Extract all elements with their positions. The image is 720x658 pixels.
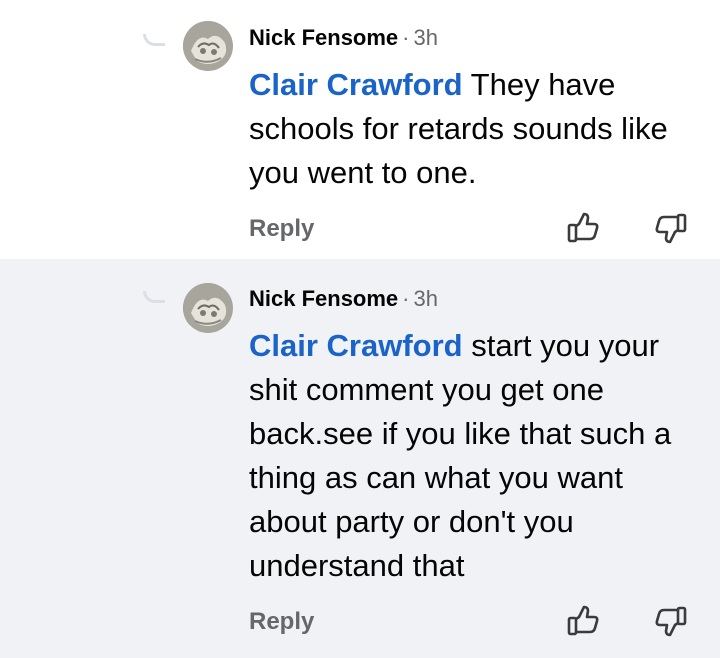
comment-item: Nick Fensome · 3h Clair Crawford They have… (0, 0, 720, 259)
comment-time[interactable]: 3h (414, 286, 438, 311)
comment-meta: Nick Fensome · 3h (249, 285, 438, 313)
thread-connector (143, 34, 165, 46)
avatar[interactable] (183, 283, 233, 333)
mention-link[interactable]: Clair Crawford (249, 67, 463, 102)
meta-separator: · (402, 25, 410, 50)
thread-connector (143, 291, 165, 303)
comment-time[interactable]: 3h (414, 25, 438, 50)
mention-link[interactable]: Clair Crawford (249, 328, 463, 363)
thumbs-down-icon[interactable] (654, 604, 688, 638)
comment-meta: Nick Fensome · 3h (249, 24, 438, 52)
thumbs-down-icon[interactable] (654, 211, 688, 245)
avatar[interactable] (183, 21, 233, 71)
comment-item: Nick Fensome · 3h Clair Crawford start you… (0, 259, 720, 658)
reply-button[interactable]: Reply (249, 608, 314, 636)
thumbs-up-icon[interactable] (566, 604, 600, 638)
comment-text: Clair Crawford start you your shit comme… (249, 324, 709, 588)
comment-author[interactable]: Nick Fensome (249, 286, 398, 311)
meta-separator: · (402, 286, 410, 311)
reply-button[interactable]: Reply (249, 215, 314, 243)
comment-body-text: start you your shit comment you get one … (249, 328, 672, 583)
comment-author[interactable]: Nick Fensome (249, 25, 398, 50)
thumbs-up-icon[interactable] (566, 211, 600, 245)
comment-text: Clair Crawford They have schools for ret… (249, 63, 709, 195)
